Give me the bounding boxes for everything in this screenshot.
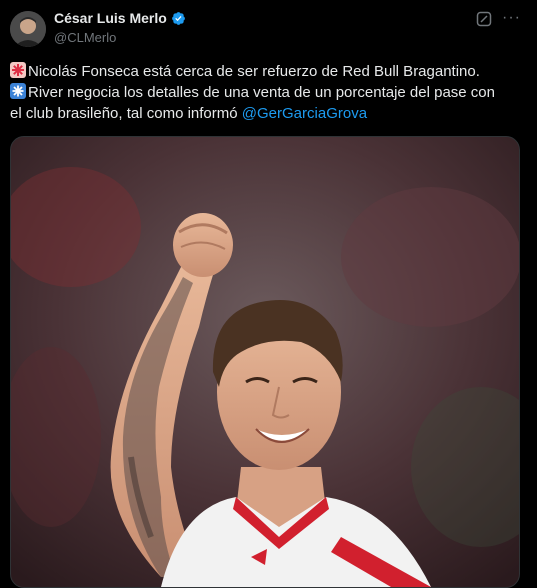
author-handle[interactable]: @CLMerlo: [54, 30, 116, 45]
author-name-row[interactable]: César Luis Merlo: [54, 10, 186, 26]
more-options-icon[interactable]: ···: [502, 9, 521, 27]
blue-asterisk-emoji-icon: [10, 83, 26, 99]
mention-link[interactable]: @GerGarciaGrova: [242, 105, 367, 122]
grok-icon[interactable]: [476, 11, 492, 27]
tweet-line-2-text: River negocia los detalles de una venta …: [28, 84, 495, 101]
tweet-line-3: el club brasileño, tal como informó @Ger…: [10, 103, 525, 124]
avatar[interactable]: [10, 11, 46, 47]
tweet-line-3-text: el club brasileño, tal como informó: [10, 105, 242, 122]
tweet-line-1: Nicolás Fonseca está cerca de ser refuer…: [10, 61, 525, 82]
tweet-card[interactable]: César Luis Merlo @CLMerlo ··· Nicolás Fo…: [0, 0, 537, 588]
author-display-name[interactable]: César Luis Merlo: [54, 10, 167, 26]
tweet-text: Nicolás Fonseca está cerca de ser refuer…: [10, 61, 525, 124]
verified-badge-icon: [171, 11, 185, 25]
tweet-photo[interactable]: [10, 136, 520, 588]
red-asterisk-emoji-icon: [10, 62, 26, 78]
tweet-line-1-text: Nicolás Fonseca está cerca de ser refuer…: [28, 63, 480, 80]
tweet-line-2: River negocia los detalles de una venta …: [10, 82, 525, 103]
player-celebration-image: [11, 137, 519, 587]
